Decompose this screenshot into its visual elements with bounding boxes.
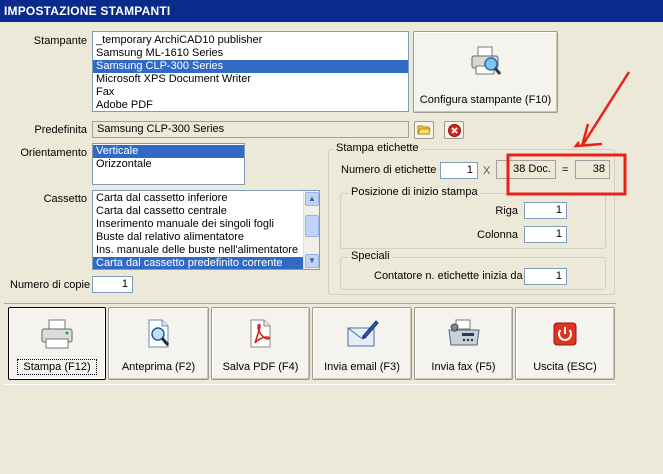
tray-scrollbar[interactable]: ▲ ▼ xyxy=(303,191,319,269)
column-label: Colonna xyxy=(477,229,518,241)
tray-item[interactable]: Carta dal cassetto centrale xyxy=(93,205,303,218)
orientation-list[interactable]: Verticale Orizzontale xyxy=(92,143,245,185)
row-label: Riga xyxy=(495,205,518,217)
tray-item[interactable]: Buste dal relativo alimentatore xyxy=(93,231,303,244)
fax-icon xyxy=(446,318,482,353)
tray-item-selected[interactable]: Carta dal cassetto predefinito corrente xyxy=(93,257,303,269)
tray-label: Cassetto xyxy=(43,193,87,205)
row-input[interactable]: 1 xyxy=(524,202,567,219)
window-title: IMPOSTAZIONE STAMPANTI xyxy=(4,4,171,18)
clear-default-button[interactable] xyxy=(444,121,464,139)
print-label: Stampa (F12) xyxy=(17,359,97,375)
folder-icon xyxy=(417,124,431,139)
select-default-button[interactable] xyxy=(414,121,434,139)
orientation-label: Orientamento xyxy=(20,147,87,159)
tray-item[interactable]: Inserimento manuale dei singoli fogli xyxy=(93,218,303,231)
column-input[interactable]: 1 xyxy=(524,226,567,243)
orientation-item-selected[interactable]: Verticale xyxy=(93,145,244,158)
send-fax-label: Invia fax (F5) xyxy=(431,361,496,373)
annotation-overlay xyxy=(506,71,630,196)
print-button[interactable]: Stampa (F12) xyxy=(8,307,106,380)
labels-group-title: Stampa etichette xyxy=(334,142,421,154)
title-bar: IMPOSTAZIONE STAMPANTI xyxy=(0,0,663,22)
preview-icon xyxy=(144,318,174,353)
copies-input[interactable]: 1 xyxy=(92,276,133,293)
preview-button[interactable]: Anteprima (F2) xyxy=(108,307,209,380)
email-icon xyxy=(345,318,379,353)
scroll-up-icon[interactable]: ▲ xyxy=(305,192,319,206)
printer-item[interactable]: Samsung ML-1610 Series xyxy=(93,47,408,60)
pdf-icon xyxy=(246,318,276,353)
printer-item[interactable]: Microsoft XPS Document Writer xyxy=(93,73,408,86)
annotation-arrow-head xyxy=(573,141,603,148)
labels-count-input[interactable]: 1 xyxy=(440,162,478,179)
special-group-title: Speciali xyxy=(349,250,392,262)
default-printer-field: Samsung CLP-300 Series xyxy=(92,121,409,138)
printer-item[interactable]: _temporary ArchiCAD10 publisher xyxy=(93,34,408,47)
tray-item[interactable]: Carta dal cassetto inferiore xyxy=(93,192,303,205)
copies-label: Numero di copie xyxy=(10,279,91,291)
exit-icon xyxy=(553,322,577,349)
send-fax-button[interactable]: Invia fax (F5) xyxy=(414,307,513,380)
printer-item[interactable]: Adobe PDF xyxy=(93,99,408,111)
save-pdf-label: Salva PDF (F4) xyxy=(222,361,299,373)
scroll-thumb[interactable] xyxy=(305,215,319,237)
printer-icon xyxy=(40,318,74,353)
exit-button[interactable]: Uscita (ESC) xyxy=(515,307,615,380)
printer-list[interactable]: _temporary ArchiCAD10 publisher Samsung … xyxy=(92,31,409,112)
preview-label: Anteprima (F2) xyxy=(121,361,196,373)
save-pdf-button[interactable]: Salva PDF (F4) xyxy=(211,307,310,380)
counter-start-label: Contatore n. etichette inizia da xyxy=(374,270,523,282)
start-position-title: Posizione di inizio stampa xyxy=(349,186,480,198)
tray-list[interactable]: Carta dal cassetto inferiore Carta dal c… xyxy=(92,190,320,270)
orientation-item[interactable]: Orizzontale xyxy=(93,158,244,171)
counter-start-input[interactable]: 1 xyxy=(524,268,567,285)
printer-label: Stampante xyxy=(33,35,87,47)
scroll-down-icon[interactable]: ▼ xyxy=(305,254,319,268)
printer-item[interactable]: Fax xyxy=(93,86,408,99)
annotation-arrow-shaft xyxy=(580,71,630,147)
exit-label: Uscita (ESC) xyxy=(533,361,597,373)
send-email-button[interactable]: Invia email (F3) xyxy=(312,307,412,380)
labels-count-label: Numero di etichette xyxy=(341,164,437,176)
annotation-highlight-box xyxy=(506,153,627,196)
remove-icon xyxy=(448,124,461,140)
default-printer-label: Predefinita xyxy=(34,124,87,136)
tray-item[interactable]: Ins. manuale delle buste nell'alimentato… xyxy=(93,244,303,257)
send-email-label: Invia email (F3) xyxy=(324,361,400,373)
printer-item-selected[interactable]: Samsung CLP-300 Series xyxy=(93,60,408,73)
